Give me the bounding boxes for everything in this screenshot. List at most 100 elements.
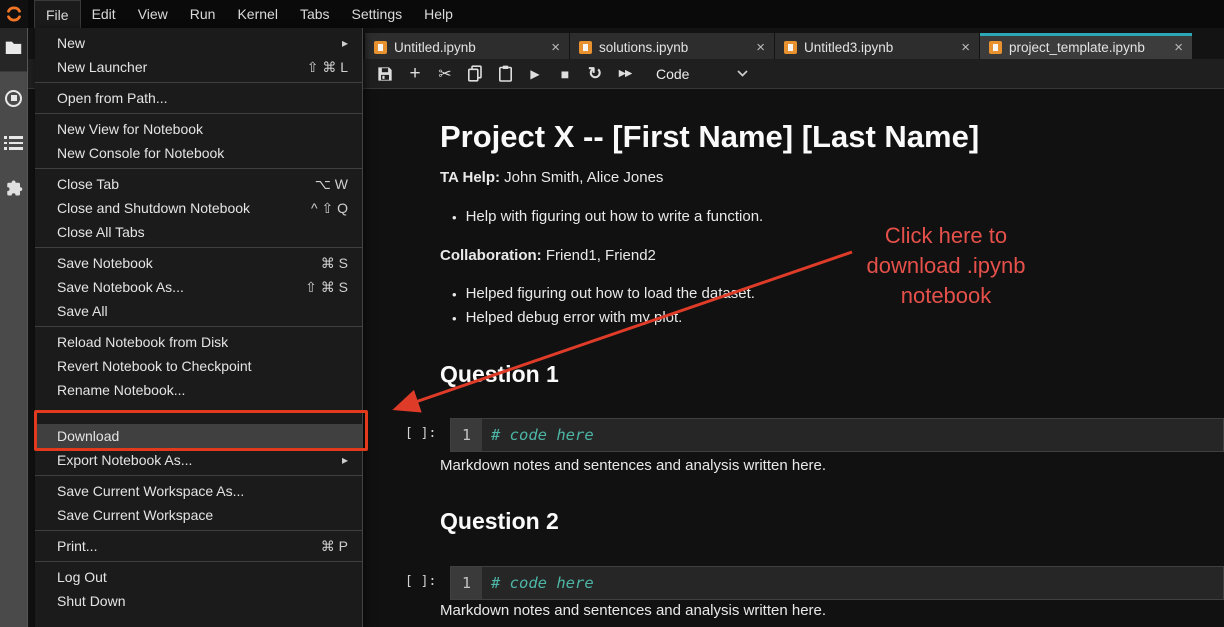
shortcut-label: ⌘ S [321,255,348,272]
menu-item-reload-notebook-from-disk[interactable]: Reload Notebook from Disk [35,330,362,354]
ta-help-line: TA Help: John Smith, Alice Jones [440,169,663,186]
menubar-items: File Edit View Run Kernel Tabs Settings … [34,0,464,28]
menu-item-revert-notebook-to-checkpoint[interactable]: Revert Notebook to Checkpoint [35,354,362,378]
tab-close-icon[interactable]: × [551,40,560,55]
annotation-text: Click here to download .ipynb notebook [786,221,1106,311]
menu-item-close-and-shutdown-notebook[interactable]: Close and Shutdown Notebook ^ ⇧ Q [35,196,362,220]
tab-untitled-ipynb[interactable]: Untitled.ipynb × [365,33,569,59]
menubar-item-help[interactable]: Help [413,0,464,28]
cell-type-dropdown[interactable]: Code [656,66,748,82]
bullet-icon: • [452,285,457,304]
tab-label: solutions.ipynb [599,40,749,55]
running-kernels-icon[interactable] [0,81,28,115]
bullet-icon: • [452,309,457,328]
menu-item-new-view-for-notebook[interactable]: New View for Notebook [35,117,362,141]
restart-kernel-button[interactable]: ↻ [580,60,610,88]
menu-item-close-tab[interactable]: Close Tab ⌥ W [35,172,362,196]
question-2-heading: Question 2 [440,508,559,535]
tab-label: project_template.ipynb [1009,40,1167,55]
collaboration-line: Collaboration: Friend1, Friend2 [440,247,656,264]
cell-prompt: [ ]: [405,574,436,589]
menu-item-export-notebook-as[interactable]: Export Notebook As... ▸ [35,448,362,472]
save-button[interactable] [370,60,400,88]
menubar-item-settings[interactable]: Settings [341,0,414,28]
notebook-file-icon [374,41,387,54]
menu-item-open-from-path[interactable]: Open from Path... [35,86,362,110]
menu-divider [35,113,362,114]
menu-divider [35,168,362,169]
menu-item-new-launcher[interactable]: New Launcher ⇧ ⌘ L [35,55,362,79]
bullet-text: Help with figuring out how to write a fu… [466,208,764,227]
notebook-file-icon [579,41,592,54]
tab-close-icon[interactable]: × [961,40,970,55]
submenu-arrow-icon: ▸ [342,453,348,467]
file-menu-dropdown: New ▸ New Launcher ⇧ ⌘ L Open from Path.… [35,28,363,627]
run-cell-button[interactable]: ▶ [520,60,550,88]
menu-item-print[interactable]: Print... ⌘ P [35,534,362,558]
file-browser-icon[interactable] [5,40,22,59]
line-number: 1 [451,419,482,451]
list-item: • Helped debug error with my plot. [452,309,682,328]
bullet-text: Helped figuring out how to load the data… [466,285,755,304]
restart-run-all-button[interactable]: ▶▶ [610,60,640,88]
code-cell[interactable]: 1 # code here [450,418,1224,452]
menubar-item-tabs[interactable]: Tabs [289,0,341,28]
menu-item-rename-notebook[interactable]: Rename Notebook... [35,378,362,402]
bullet-text: Helped debug error with my plot. [466,309,683,328]
menu-item-save-notebook-as[interactable]: Save Notebook As... ⇧ ⌘ S [35,275,362,299]
ta-help-label: TA Help: [440,169,500,186]
menubar-item-file[interactable]: File [34,0,81,28]
menu-item-new[interactable]: New ▸ [35,31,362,55]
cell-prompt: [ ]: [405,426,436,441]
shortcut-label: ⌥ W [315,176,348,193]
menu-item-close-all-tabs[interactable]: Close All Tabs [35,220,362,244]
tab-untitled3-ipynb[interactable]: Untitled3.ipynb × [775,33,979,59]
table-of-contents-icon[interactable] [0,126,28,160]
interrupt-kernel-button[interactable]: ■ [550,60,580,88]
menu-item-download[interactable]: Download [35,424,362,448]
tab-label: Untitled3.ipynb [804,40,954,55]
shortcut-label: ⇧ ⌘ L [307,59,348,76]
list-item: • Helped figuring out how to load the da… [452,285,755,304]
annotation-line: Click here to [786,221,1106,251]
annotation-line: notebook [786,281,1106,311]
code-cell[interactable]: 1 # code here [450,566,1224,600]
menubar: File Edit View Run Kernel Tabs Settings … [0,0,1224,28]
menu-item-save-current-workspace-as[interactable]: Save Current Workspace As... [35,479,362,503]
menu-item-save-current-workspace[interactable]: Save Current Workspace [35,503,362,527]
jupyter-logo-icon [0,0,28,28]
menubar-item-kernel[interactable]: Kernel [226,0,288,28]
extension-manager-icon[interactable] [0,171,28,205]
collaboration-value: Friend1, Friend2 [542,247,656,264]
menu-item-ghost-row [35,402,362,424]
annotation-line: download .ipynb [786,251,1106,281]
menu-item-log-out[interactable]: Log Out [35,565,362,589]
menu-divider [35,475,362,476]
tab-close-icon[interactable]: × [1174,40,1183,55]
menu-item-new-console-for-notebook[interactable]: New Console for Notebook [35,141,362,165]
question-1-heading: Question 1 [440,361,559,388]
tab-close-icon[interactable]: × [756,40,765,55]
notebook-title-heading: Project X -- [First Name] [Last Name] [440,119,979,155]
code-line: # code here [482,567,594,599]
line-number: 1 [451,567,482,599]
code-line: # code here [482,419,594,451]
menu-item-save-notebook[interactable]: Save Notebook ⌘ S [35,251,362,275]
shortcut-label: ⇧ ⌘ S [305,279,348,296]
menu-divider [35,247,362,248]
tab-project-template-ipynb[interactable]: project_template.ipynb × [980,33,1192,59]
paste-cells-button[interactable] [490,60,520,88]
menu-item-shut-down[interactable]: Shut Down [35,589,362,613]
menubar-item-run[interactable]: Run [179,0,227,28]
tab-solutions-ipynb[interactable]: solutions.ipynb × [570,33,774,59]
menu-item-save-all[interactable]: Save All [35,299,362,323]
cut-cells-button[interactable]: ✂ [430,60,460,88]
add-cell-button[interactable]: + [400,60,430,88]
ta-help-value: John Smith, Alice Jones [500,169,663,186]
menubar-item-edit[interactable]: Edit [81,0,127,28]
menubar-item-view[interactable]: View [127,0,179,28]
left-sidebar [0,28,28,627]
shortcut-label: ^ ⇧ Q [311,200,348,217]
menu-divider [35,326,362,327]
copy-cells-button[interactable] [460,60,490,88]
